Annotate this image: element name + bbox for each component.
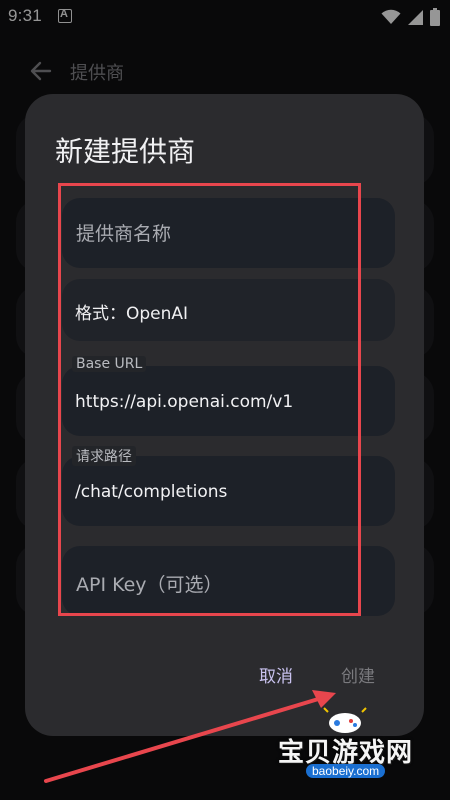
watermark-url: baobeiy.com — [306, 764, 386, 778]
base-url-value: https://api.openai.com/v1 — [75, 392, 294, 412]
format-value: 格式：OpenAI — [75, 304, 189, 324]
screen: 9:31 提供商 新建提供商 提供商名称 — [0, 0, 450, 800]
create-button[interactable]: 创建 — [341, 664, 375, 690]
base-url-label: Base URL — [72, 356, 147, 372]
api-key-placeholder: API Key（可选） — [76, 574, 223, 596]
request-path-value: /chat/completions — [75, 482, 228, 502]
format-select[interactable]: 格式：OpenAI — [62, 279, 395, 341]
cancel-button[interactable]: 取消 — [259, 664, 293, 690]
provider-name-field[interactable]: 提供商名称 — [62, 198, 395, 268]
request-path-label: 请求路径 — [72, 446, 136, 466]
watermark: 宝贝游戏网 baobeiy.com — [276, 706, 426, 782]
api-key-field[interactable]: API Key（可选） — [62, 546, 395, 616]
base-url-field[interactable]: Base URL https://api.openai.com/v1 — [62, 356, 395, 436]
provider-name-placeholder: 提供商名称 — [76, 223, 172, 245]
dialog-title: 新建提供商 — [55, 135, 196, 168]
new-provider-dialog: 新建提供商 提供商名称 格式：OpenAI Base URL https://a… — [25, 94, 424, 736]
request-path-field[interactable]: 请求路径 /chat/completions — [62, 446, 395, 526]
